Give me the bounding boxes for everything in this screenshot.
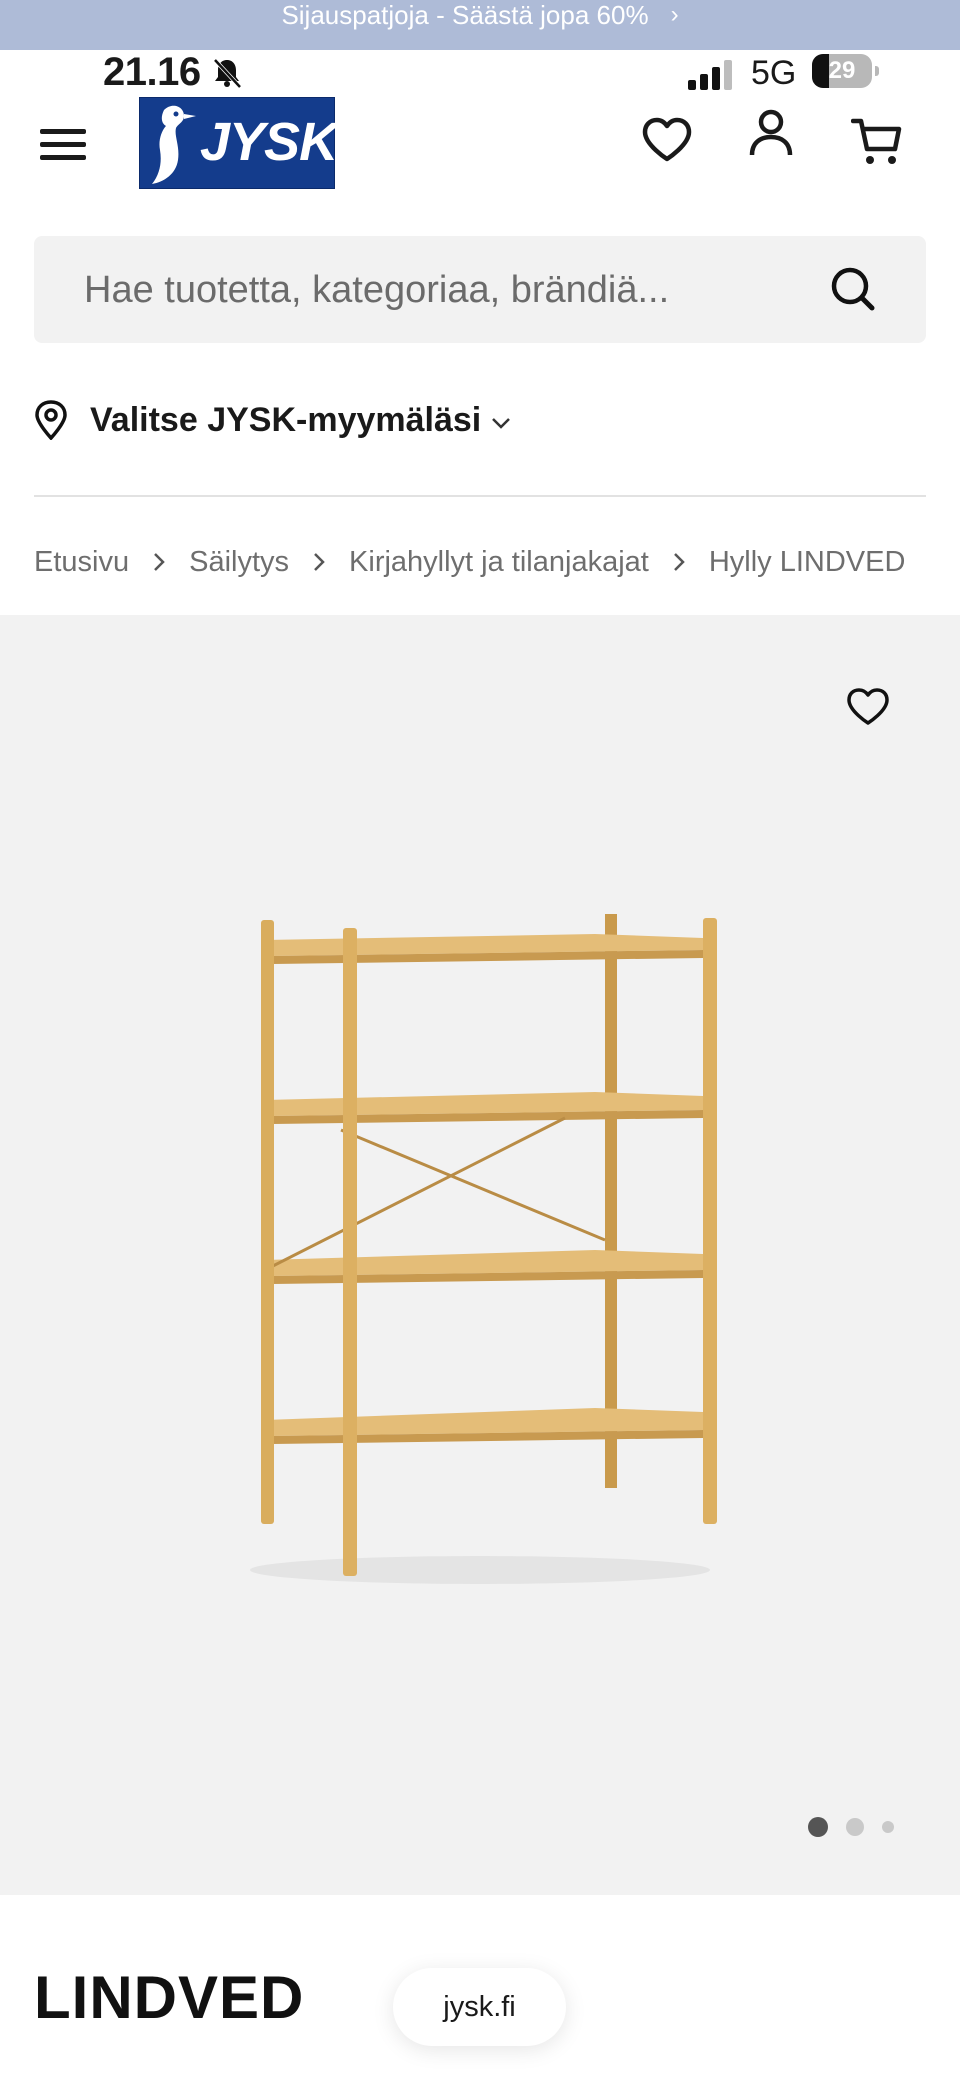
breadcrumb: Etusivu Säilytys Kirjahyllyt ja tilanjak…: [34, 538, 905, 586]
signal-icon: [688, 60, 732, 90]
chevron-right-icon: [153, 552, 165, 572]
jysk-logo[interactable]: JYSK: [139, 97, 338, 189]
promo-banner[interactable]: Sijauspatjoja - Säästä jopa 60% ›: [0, 0, 960, 50]
divider: [34, 495, 926, 497]
battery-tip: [875, 66, 879, 76]
network-label: 5G: [751, 54, 797, 92]
search-bar: [34, 236, 926, 345]
goose-logo-icon: [152, 105, 196, 184]
location-pin-icon: [35, 400, 67, 440]
shelf-board: [265, 1408, 703, 1444]
product-image-shelf: [250, 914, 717, 1584]
shelf-board: [265, 1250, 703, 1284]
browser-url-pill[interactable]: jysk.fi: [393, 1968, 566, 2046]
shelf-board: [265, 1092, 703, 1124]
shelf-board: [265, 934, 703, 964]
breadcrumb-item-bookshelves[interactable]: Kirjahyllyt ja tilanjakajat: [349, 546, 649, 579]
product-gallery[interactable]: [0, 615, 960, 1895]
search-icon[interactable]: [830, 266, 876, 312]
heart-icon[interactable]: [641, 117, 693, 163]
chevron-right-icon: [673, 552, 685, 572]
promo-text: Sijauspatjoja - Säästä jopa 60%: [281, 0, 649, 30]
chevron-right-icon: ›: [670, 1, 679, 28]
gallery-pagination: [808, 1817, 912, 1837]
store-selector-label: Valitse JYSK-myymäläsi: [90, 400, 482, 439]
breadcrumb-item-current: Hylly LINDVED: [708, 545, 906, 578]
bell-muted-icon: [213, 58, 242, 89]
pagination-dot-active[interactable]: [808, 1817, 828, 1837]
site-header: JYSK: [0, 95, 960, 195]
add-to-wishlist-heart-icon[interactable]: [846, 687, 890, 727]
user-account-icon[interactable]: [748, 109, 794, 157]
battery-indicator: 29: [812, 54, 872, 88]
product-title: LINDVED: [34, 1964, 305, 2031]
breadcrumb-item-storage[interactable]: Säilytys: [189, 546, 289, 579]
logo-text: JYSK: [200, 112, 338, 172]
hamburger-menu-icon[interactable]: [40, 125, 86, 165]
status-bar: 21.16 5G 29: [0, 50, 960, 98]
store-selector[interactable]: Valitse JYSK-myymäläsi: [34, 390, 511, 450]
pagination-dot[interactable]: [846, 1818, 864, 1836]
chevron-right-icon: [313, 552, 325, 572]
battery-percent: 29: [828, 57, 856, 84]
pagination-dot[interactable]: [882, 1821, 894, 1833]
status-time: 21.16: [103, 50, 201, 94]
shopping-cart-icon[interactable]: [851, 117, 903, 167]
chevron-down-icon: [492, 418, 511, 429]
breadcrumb-item-home[interactable]: Etusivu: [34, 546, 129, 579]
search-input[interactable]: [82, 236, 826, 345]
